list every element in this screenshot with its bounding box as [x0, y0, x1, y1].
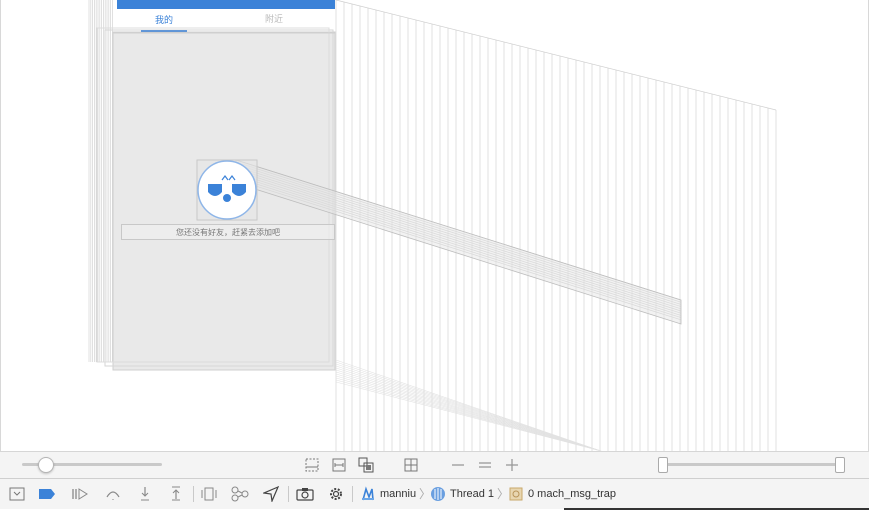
- camera-icon[interactable]: [296, 485, 314, 503]
- separator: [352, 486, 353, 502]
- layer-edge: [335, 0, 777, 111]
- breadcrumb-thread[interactable]: Thread 1: [450, 479, 494, 510]
- view-debugger-canvas[interactable]: 我的 附近 您还没有好友，赶紧去添加吧: [0, 0, 869, 451]
- step-over-icon[interactable]: [104, 485, 122, 503]
- app-target-icon: [359, 485, 377, 503]
- separator: [288, 486, 289, 502]
- hide-debug-area-icon[interactable]: [8, 485, 26, 503]
- grid-icon[interactable]: [402, 456, 420, 474]
- navigation-bar: [117, 0, 335, 9]
- range-slider-max-handle[interactable]: [835, 457, 845, 473]
- house-icon: [223, 194, 231, 202]
- zoom-reset-icon[interactable]: [476, 456, 494, 474]
- continue-icon[interactable]: [71, 485, 89, 503]
- debug-jump-bar: manniu 〉 Thread 1 〉 0 mach_msg_trap: [0, 478, 869, 510]
- show-frames-icon[interactable]: [357, 456, 375, 474]
- breadcrumb-project[interactable]: manniu: [380, 479, 416, 510]
- step-into-icon[interactable]: [136, 485, 154, 503]
- memory-graph-icon[interactable]: [231, 485, 249, 503]
- tab-mine: 我的: [155, 15, 174, 25]
- zoom-in-icon[interactable]: [503, 456, 521, 474]
- breakpoints-icon[interactable]: [38, 485, 56, 503]
- range-slider-min-handle[interactable]: [658, 457, 668, 473]
- clipping-icon[interactable]: [303, 456, 321, 474]
- thread-icon: [429, 485, 447, 503]
- gear-icon[interactable]: [327, 485, 345, 503]
- range-slider-track[interactable]: [662, 463, 842, 466]
- separator: [193, 486, 194, 502]
- fit-width-icon[interactable]: [330, 456, 348, 474]
- view-hierarchy-icon[interactable]: [200, 485, 218, 503]
- breadcrumb-frame[interactable]: 0 mach_msg_trap: [528, 479, 616, 510]
- location-icon[interactable]: [262, 485, 280, 503]
- empty-state-circle: [197, 160, 257, 220]
- zoom-out-icon[interactable]: [449, 456, 467, 474]
- debug-canvas-bar: [0, 451, 869, 478]
- step-out-icon[interactable]: [167, 485, 185, 503]
- tab-nearby: 附近: [265, 14, 284, 24]
- stack-frame-icon: [507, 485, 525, 503]
- depth-slider-knob[interactable]: [38, 457, 54, 473]
- empty-state-message: 您还没有好友，赶紧去添加吧: [121, 224, 335, 240]
